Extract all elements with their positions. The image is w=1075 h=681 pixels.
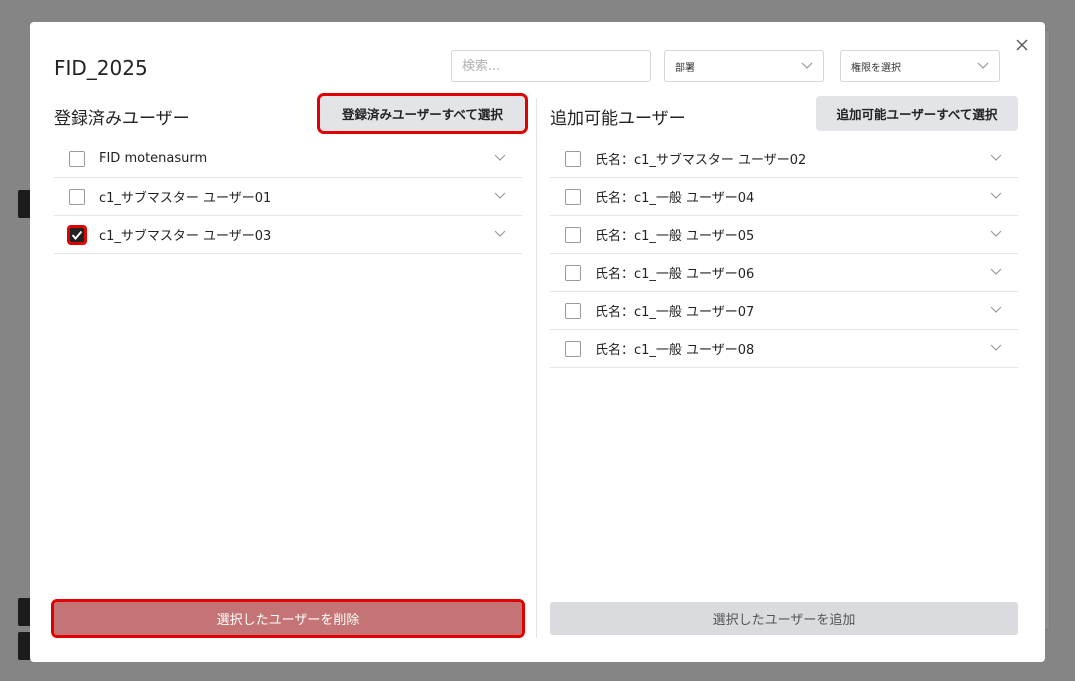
list-item[interactable]: 氏名：c1_一般 ユーザー07 <box>550 292 1018 330</box>
close-button[interactable] <box>1011 34 1033 56</box>
checkbox[interactable] <box>565 302 581 319</box>
checkbox[interactable] <box>565 340 581 357</box>
department-select-value: 部署 <box>675 62 695 74</box>
add-selected-users-button[interactable]: 選択したユーザーを追加 <box>550 602 1018 635</box>
permission-select[interactable]: 権限を選択 <box>840 50 1000 82</box>
checkbox[interactable] <box>565 188 581 205</box>
user-name: c1_サブマスター ユーザー03 <box>99 229 272 244</box>
delete-selected-users-button[interactable]: 選択したユーザーを削除 <box>51 599 525 638</box>
chevron-down-icon[interactable] <box>990 344 1002 352</box>
available-users-list: 氏名：c1_サブマスター ユーザー02 氏名：c1_一般 ユーザー04 氏名：c… <box>550 140 1018 368</box>
chevron-down-icon <box>977 62 989 69</box>
list-item[interactable]: c1_サブマスター ユーザー01 <box>54 178 522 216</box>
chevron-down-icon[interactable] <box>990 192 1002 200</box>
check-icon <box>71 230 83 240</box>
user-name: 氏名：c1_サブマスター ユーザー02 <box>595 153 807 168</box>
chevron-down-icon[interactable] <box>990 268 1002 276</box>
chevron-down-icon[interactable] <box>990 154 1002 162</box>
checkbox[interactable] <box>69 150 85 167</box>
list-item[interactable]: 氏名：c1_一般 ユーザー04 <box>550 178 1018 216</box>
checkbox[interactable] <box>69 188 85 205</box>
user-assignment-modal: FID_2025 部署 権限を選択 登録済みユーザー 登録済みユーザーすべて選択… <box>30 22 1045 662</box>
registered-users-heading: 登録済みユーザー <box>54 109 190 129</box>
list-item[interactable]: 氏名：c1_一般 ユーザー06 <box>550 254 1018 292</box>
list-item[interactable]: c1_サブマスター ユーザー03 <box>54 216 522 254</box>
user-name: 氏名：c1_一般 ユーザー08 <box>595 343 755 358</box>
chevron-down-icon[interactable] <box>990 230 1002 238</box>
user-name: 氏名：c1_一般 ユーザー05 <box>595 229 755 244</box>
chevron-down-icon[interactable] <box>494 230 506 238</box>
checkbox-checked[interactable] <box>67 224 87 245</box>
chevron-down-icon <box>801 62 813 69</box>
chevron-down-icon[interactable] <box>494 154 506 162</box>
user-name: FID motenasurm <box>99 151 208 166</box>
permission-select-value: 権限を選択 <box>851 62 901 74</box>
available-users-heading: 追加可能ユーザー <box>550 109 686 129</box>
user-name: 氏名：c1_一般 ユーザー04 <box>595 191 755 206</box>
close-icon <box>1016 39 1028 51</box>
user-name: 氏名：c1_一般 ユーザー06 <box>595 267 755 282</box>
checkbox[interactable] <box>565 226 581 243</box>
list-item[interactable]: 氏名：c1_サブマスター ユーザー02 <box>550 140 1018 178</box>
list-item[interactable]: FID motenasurm <box>54 140 522 178</box>
user-name: 氏名：c1_一般 ユーザー07 <box>595 305 755 320</box>
search-input[interactable] <box>451 50 651 82</box>
list-item[interactable]: 氏名：c1_一般 ユーザー05 <box>550 216 1018 254</box>
chevron-down-icon[interactable] <box>990 306 1002 314</box>
select-all-available-button[interactable]: 追加可能ユーザーすべて選択 <box>816 96 1018 131</box>
modal-title: FID_2025 <box>54 56 148 80</box>
checkbox[interactable] <box>565 150 581 167</box>
department-select[interactable]: 部署 <box>664 50 824 82</box>
user-name: c1_サブマスター ユーザー01 <box>99 191 272 206</box>
checkbox[interactable] <box>565 264 581 281</box>
list-item[interactable]: 氏名：c1_一般 ユーザー08 <box>550 330 1018 368</box>
select-all-registered-button[interactable]: 登録済みユーザーすべて選択 <box>317 93 528 134</box>
panel-divider <box>536 98 537 638</box>
registered-users-list: FID motenasurm c1_サブマスター ユーザー01 c1_サブマスタ… <box>54 140 522 254</box>
chevron-down-icon[interactable] <box>494 192 506 200</box>
